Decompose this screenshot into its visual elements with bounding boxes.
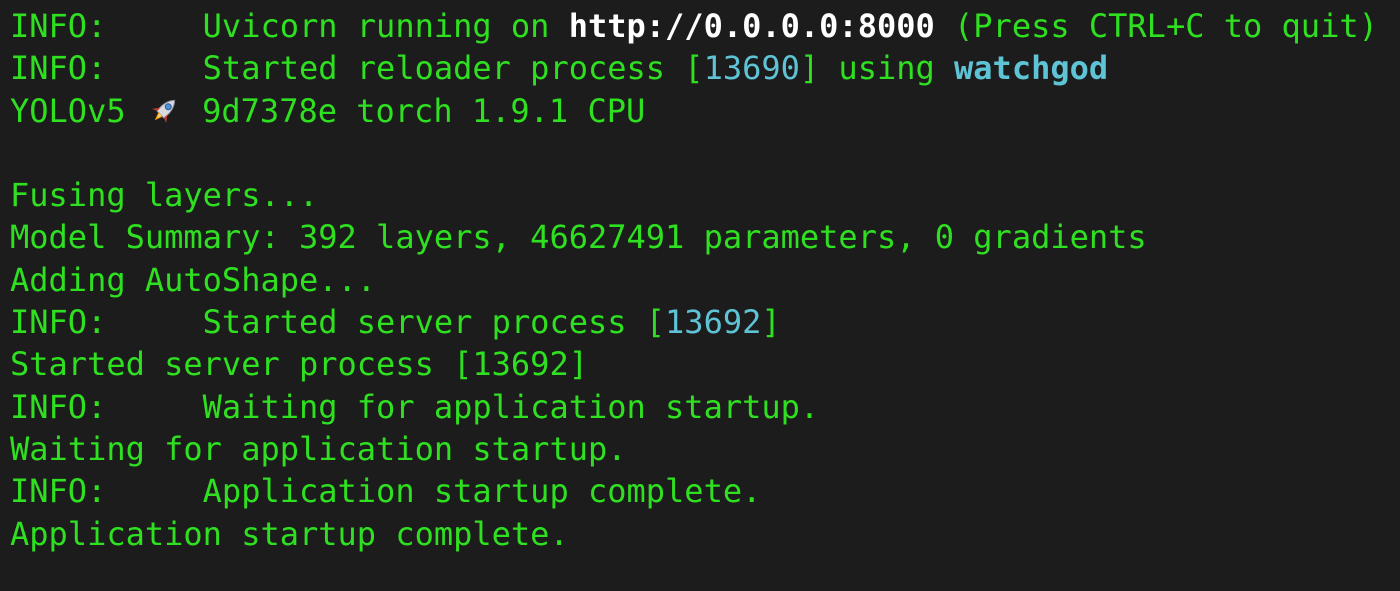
terminal-text: Application startup complete. — [10, 514, 569, 553]
terminal-line: Application startup complete. — [10, 513, 1378, 555]
terminal-text: 13692 — [665, 303, 762, 342]
terminal-text: 9d7378e torch 1.9.1 CPU — [182, 91, 646, 130]
terminal-text: watchgod — [954, 49, 1109, 88]
terminal-line: INFO: Started server process [13692] — [10, 301, 1378, 343]
terminal-line: INFO: Waiting for application startup. — [10, 386, 1378, 428]
terminal-line: Started server process [13692] — [10, 343, 1378, 385]
terminal-text: Model Summary: 392 layers, 46627491 para… — [10, 218, 1147, 257]
terminal-line: Fusing layers... — [10, 174, 1378, 216]
terminal-text: Started server process [13692] — [10, 345, 588, 384]
terminal-text: ] — [761, 303, 781, 342]
terminal-output: INFO: Uvicorn running on http://0.0.0.0:… — [10, 5, 1378, 555]
terminal-text: http://0.0.0.0:8000 — [568, 7, 935, 45]
terminal-line: Adding AutoShape... — [10, 259, 1378, 301]
terminal-text: Waiting for application startup. — [10, 429, 627, 468]
terminal-text: INFO: Uvicorn running on — [10, 7, 569, 45]
terminal-line: Model Summary: 392 layers, 46627491 para… — [10, 216, 1378, 258]
terminal-line: YOLOv5 9d7378e torch 1.9.1 CPU — [10, 90, 1378, 132]
terminal-text: YOLOv5 — [10, 91, 145, 130]
terminal-line: INFO: Started reloader process [13690] u… — [10, 47, 1378, 89]
terminal-text: INFO: Started server process [ — [10, 303, 666, 342]
rocket-icon — [145, 94, 183, 126]
terminal-text: (Press CTRL+C to quit) — [934, 7, 1378, 45]
terminal-text: INFO: Application startup complete. — [10, 472, 762, 511]
terminal-text: Adding AutoShape... — [10, 260, 377, 299]
terminal-text: ] using — [799, 49, 955, 88]
terminal-text: Fusing layers... — [10, 176, 319, 215]
terminal-line: Waiting for application startup. — [10, 428, 1378, 470]
terminal-text: INFO: Waiting for application startup. — [10, 387, 820, 426]
terminal-text: INFO: Started reloader process [ — [10, 49, 704, 88]
terminal-text: 13690 — [703, 49, 800, 88]
terminal-line: INFO: Application startup complete. — [10, 470, 1378, 512]
terminal-window[interactable]: INFO: Uvicorn running on http://0.0.0.0:… — [0, 0, 1400, 591]
terminal-line: INFO: Uvicorn running on http://0.0.0.0:… — [10, 5, 1378, 47]
